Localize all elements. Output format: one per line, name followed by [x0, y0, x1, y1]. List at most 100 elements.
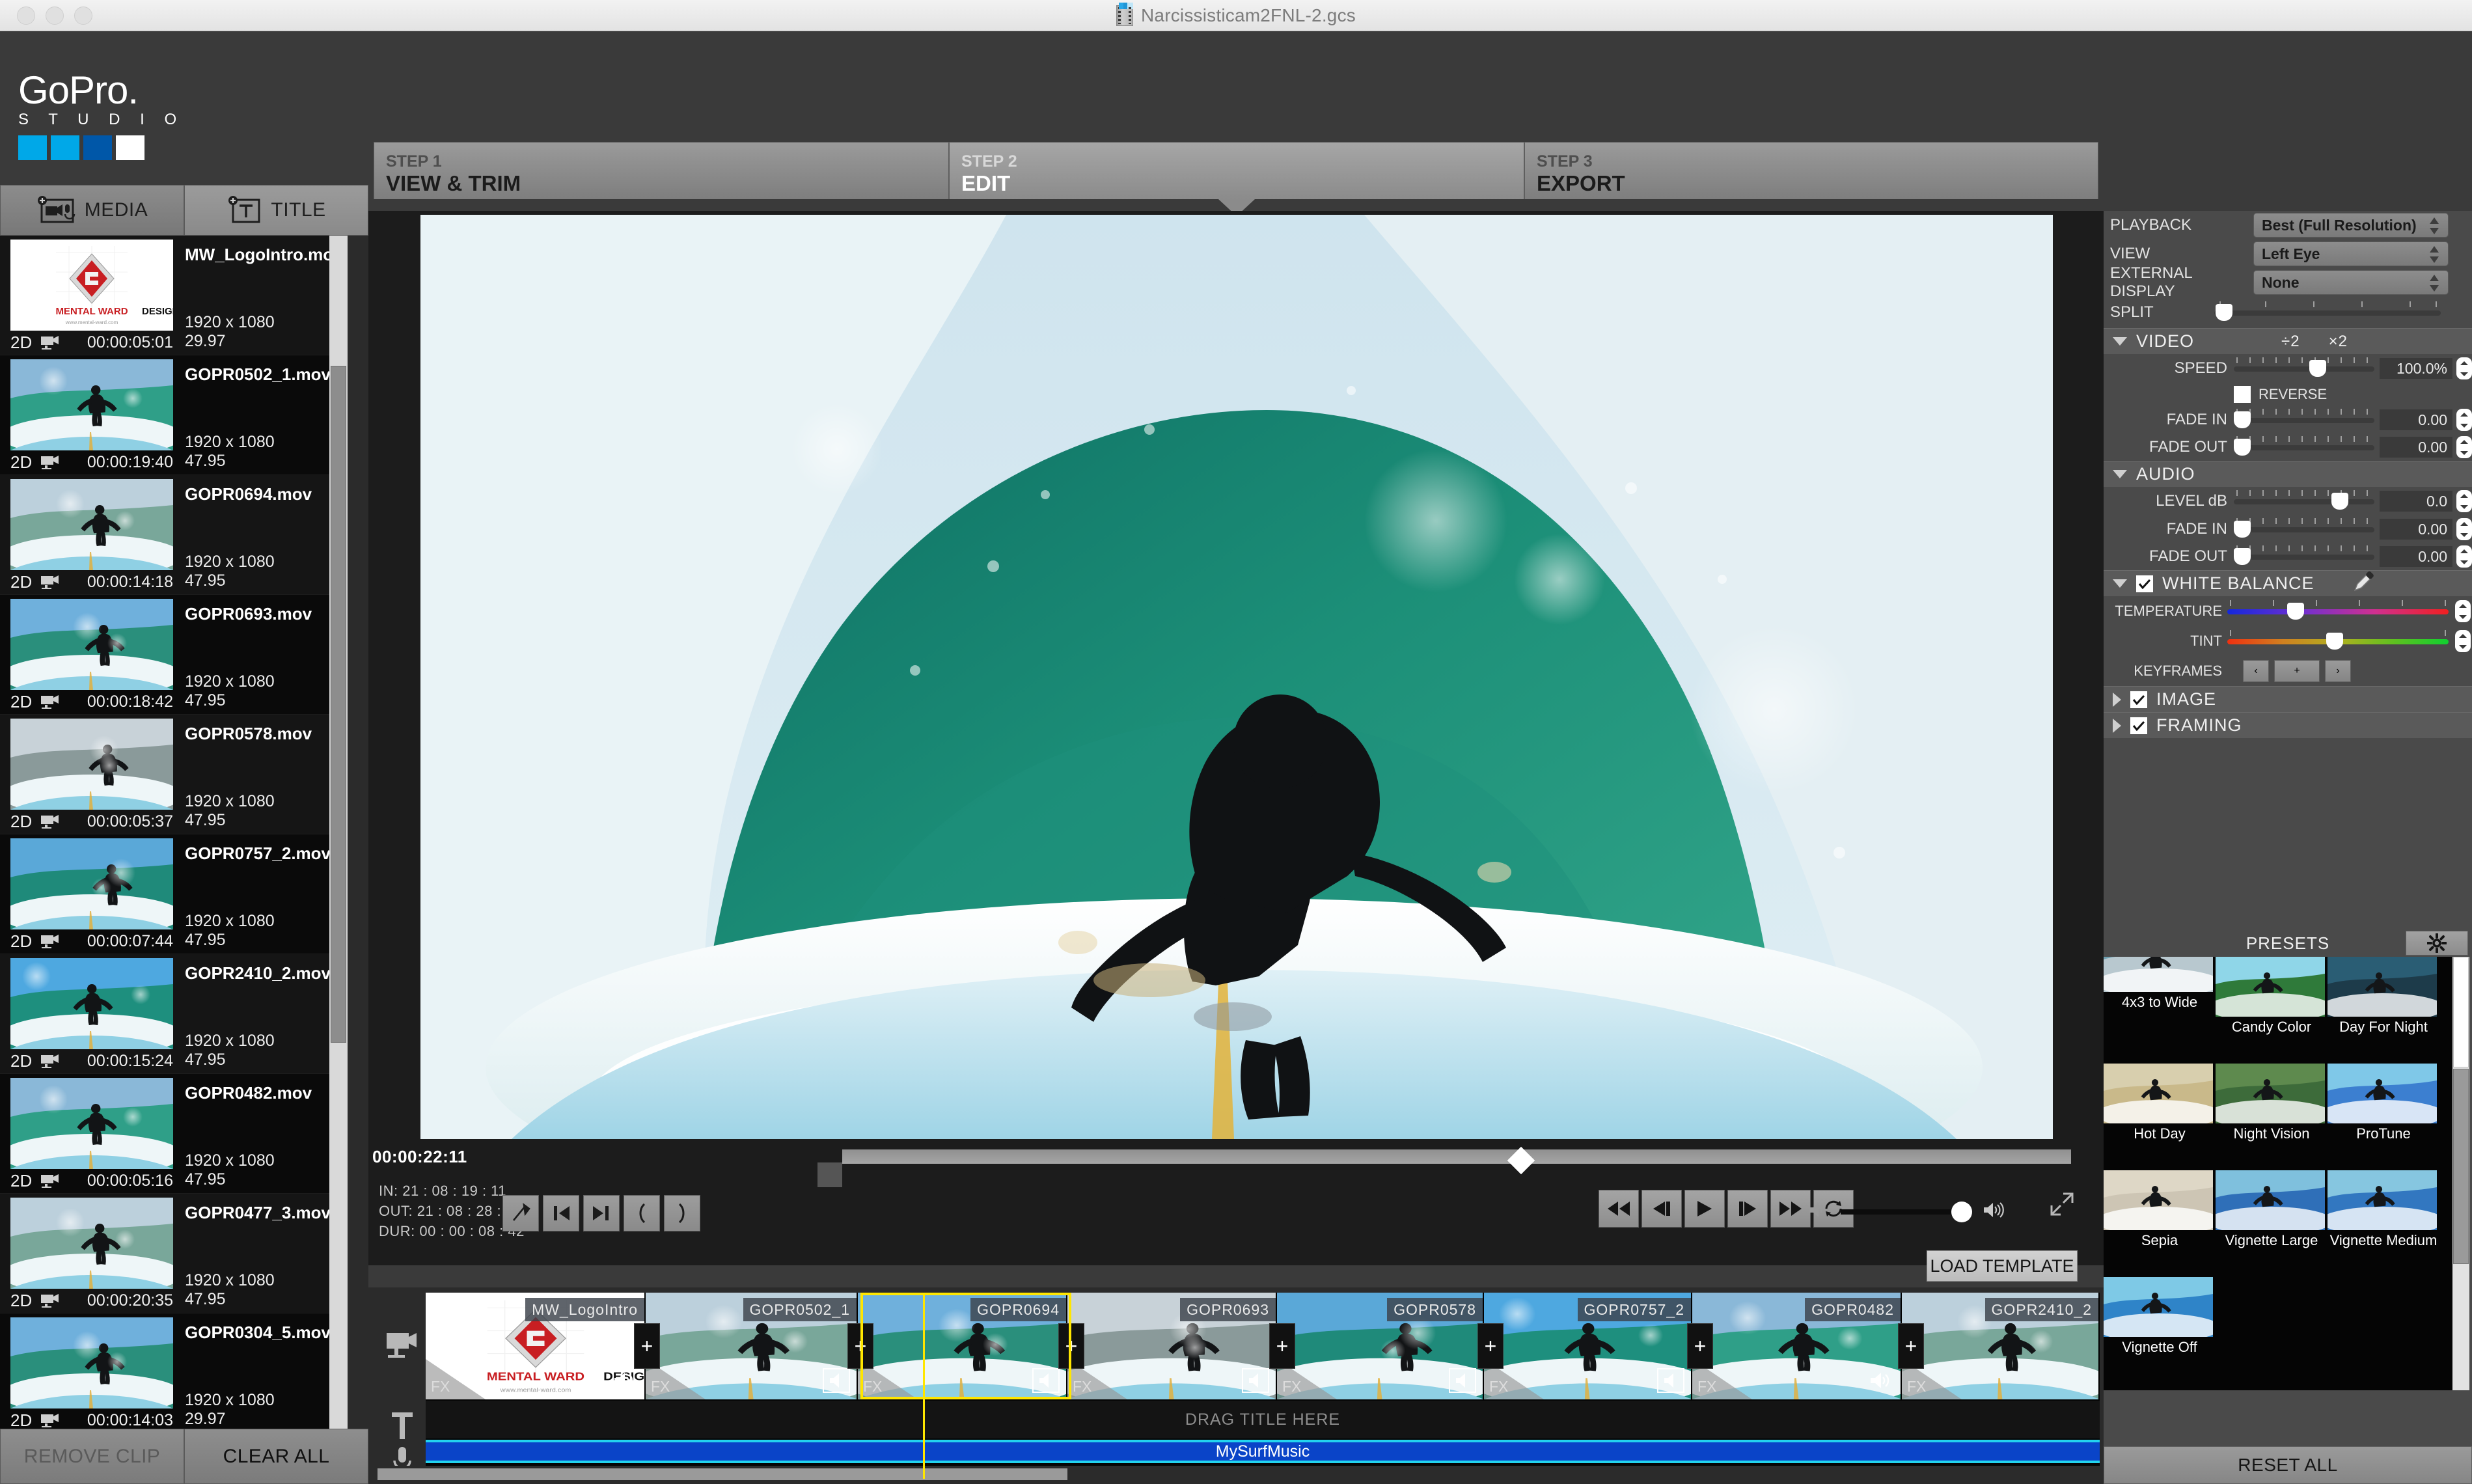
mark-out-icon[interactable] [583, 1195, 620, 1231]
audio-level-value[interactable]: 0.0 [2380, 491, 2452, 512]
timeline-clip[interactable]: GOPR0693 FX [1067, 1293, 1277, 1399]
image-checkbox[interactable] [2130, 691, 2147, 708]
video-double-button[interactable]: ×2 [2329, 333, 2348, 351]
eyedropper-icon[interactable] [2352, 571, 2376, 596]
temperature-knob[interactable] [2287, 603, 2304, 620]
volume-slider[interactable] [1841, 1201, 1972, 1222]
step-back-icon[interactable] [1641, 1190, 1682, 1228]
media-list-item[interactable]: 2D 00:00:14:18 GOPR0694.mov 1920 x 1080 47.9… [0, 475, 348, 595]
video-fade-in-knob[interactable] [2234, 411, 2251, 428]
timeline-scroll-thumb[interactable] [378, 1468, 1067, 1480]
timeline-clip[interactable]: GOPR2410_2 FX [1902, 1293, 2100, 1399]
split-slider[interactable] [2214, 301, 2441, 323]
audio-fade-in-stepper[interactable] [2456, 518, 2472, 540]
add-transition-button[interactable]: + [1898, 1323, 1924, 1369]
audio-fade-out-value[interactable]: 0.00 [2380, 546, 2452, 567]
presets-scrollbar-thumb[interactable] [2453, 1069, 2469, 1264]
media-list-item[interactable]: 2D 00:00:18:42 GOPR0693.mov 1920 x 1080 47.9… [0, 595, 348, 715]
split-clip-icon[interactable] [502, 1195, 539, 1231]
tint-stepper[interactable] [2455, 630, 2471, 652]
audio-fade-out-slider[interactable] [2234, 545, 2374, 568]
audio-fade-in-value[interactable]: 0.00 [2380, 519, 2452, 540]
preset-item[interactable]: Day For Night [2328, 957, 2439, 1064]
add-transition-button[interactable]: + [847, 1323, 873, 1369]
clear-all-button[interactable]: CLEAR ALL [184, 1429, 368, 1484]
play-icon[interactable] [1684, 1190, 1725, 1228]
audio-fade-in-knob[interactable] [2234, 521, 2251, 538]
add-transition-button[interactable]: + [1687, 1323, 1713, 1369]
presets-scrollbar[interactable] [2452, 957, 2469, 1390]
media-list-item[interactable]: 2D 00:00:20:35 GOPR0477_3.mov 1920 x 1080 47… [0, 1194, 348, 1313]
audio-section-header[interactable]: AUDIO [2104, 461, 2472, 487]
timeline-video-track[interactable]: MENTAL WARDDESIGNwww.mental-ward.comMW_L… [426, 1293, 2100, 1399]
speed-stepper[interactable] [2456, 357, 2472, 379]
media-clip-list[interactable]: MENTAL WARD DESIGN www.mental-ward.com 2D 00… [0, 236, 348, 1429]
preset-item[interactable]: Vignette Medium [2328, 1170, 2439, 1277]
timeline-clip[interactable]: GOPR0578 FX [1277, 1293, 1484, 1399]
chevron-down-icon[interactable] [2113, 337, 2127, 346]
chevron-down-icon[interactable] [2113, 579, 2127, 588]
preset-item[interactable]: Hot Day [2104, 1064, 2216, 1170]
preset-item[interactable]: ProTune [2328, 1064, 2439, 1170]
timeline-horizontal-scrollbar[interactable] [368, 1466, 2104, 1483]
media-list-item[interactable]: 2D 00:00:15:24 GOPR2410_2.mov 1920 x 1080 47… [0, 954, 348, 1074]
media-list-item[interactable]: 2D 00:00:14:03 GOPR0304_5.mov 1920 x 1080 29… [0, 1313, 348, 1429]
preset-item[interactable]: 4x3 to Wide [2104, 957, 2216, 1064]
preset-item[interactable]: Vignette Large [2216, 1170, 2328, 1277]
rewind-icon[interactable] [1599, 1190, 1639, 1228]
mark-in-icon[interactable] [543, 1195, 579, 1231]
step-forward-icon[interactable] [1727, 1190, 1768, 1228]
timeline-audio-clip[interactable]: MySurfMusic [426, 1440, 2100, 1463]
tab-title[interactable]: TITLE [184, 185, 368, 236]
goto-out-icon[interactable] [664, 1195, 700, 1231]
presets-grid[interactable]: 4x3 to Wide Candy Color Day For Night Hot D… [2104, 957, 2452, 1384]
external-display-select[interactable]: None [2253, 270, 2449, 295]
video-fade-out-slider[interactable] [2234, 436, 2374, 458]
white-balance-checkbox[interactable] [2136, 575, 2153, 592]
keyframe-add-button[interactable]: + [2274, 660, 2320, 682]
audio-fade-in-slider[interactable] [2234, 518, 2374, 540]
scrubber-playhead[interactable] [1507, 1146, 1535, 1175]
video-fade-in-stepper[interactable] [2456, 409, 2472, 431]
tab-step1-view-trim[interactable]: STEP 1 VIEW & TRIM [374, 142, 949, 199]
speed-value[interactable]: 100.0% [2380, 358, 2452, 379]
add-transition-button[interactable]: + [1058, 1323, 1084, 1369]
preset-item[interactable]: Candy Color [2216, 957, 2328, 1064]
reverse-checkbox[interactable] [2234, 386, 2251, 403]
speaker-mute-icon[interactable] [1449, 1368, 1476, 1393]
tab-step3-export[interactable]: STEP 3 EXPORT [1524, 142, 2098, 199]
media-list-item[interactable]: MENTAL WARD DESIGN www.mental-ward.com 2D 00… [0, 236, 348, 355]
add-transition-button[interactable]: + [634, 1323, 660, 1369]
audio-level-stepper[interactable] [2456, 490, 2472, 512]
keyframe-next-button[interactable]: › [2325, 660, 2351, 682]
load-template-button[interactable]: LOAD TEMPLATE [1927, 1250, 2078, 1282]
video-fade-in-value[interactable]: 0.00 [2380, 409, 2452, 430]
media-scrollbar-thumb[interactable] [331, 366, 346, 1043]
image-section-header[interactable]: IMAGE [2104, 686, 2472, 712]
speaker-mute-icon[interactable] [1242, 1368, 1269, 1393]
presets-grid-container[interactable]: 4x3 to Wide Candy Color Day For Night Hot D… [2104, 957, 2452, 1390]
playback-select[interactable]: Best (Full Resolution) [2253, 213, 2449, 238]
preset-item[interactable]: Vignette Off [2104, 1277, 2216, 1384]
audio-level-knob[interactable] [2331, 493, 2348, 510]
fullscreen-icon[interactable] [2049, 1191, 2075, 1217]
chevron-down-icon[interactable] [2113, 470, 2127, 478]
timeline-clip[interactable]: MENTAL WARDDESIGNwww.mental-ward.comMW_L… [426, 1293, 646, 1399]
media-list-item[interactable]: 2D 00:00:19:40 GOPR0502_1.mov 1920 x 1080 47… [0, 355, 348, 475]
timeline-title-track[interactable]: DRAG TITLE HERE [426, 1401, 2100, 1438]
video-section-header[interactable]: VIDEO ÷2 ×2 [2104, 328, 2472, 354]
tab-media[interactable]: MEDIA [0, 185, 184, 236]
volume-slider-knob[interactable] [1951, 1201, 1972, 1222]
speaker-on-icon[interactable] [611, 1368, 638, 1393]
timeline-clip[interactable]: GOPR0482 FX [1692, 1293, 1902, 1399]
split-slider-knob[interactable] [2216, 304, 2232, 321]
audio-fade-out-stepper[interactable] [2456, 545, 2472, 568]
goto-in-icon[interactable] [624, 1195, 660, 1231]
speaker-mute-icon[interactable] [823, 1368, 850, 1393]
add-transition-button[interactable]: + [1477, 1323, 1504, 1369]
speed-slider-knob[interactable] [2309, 360, 2326, 377]
reset-all-button[interactable]: RESET ALL [2104, 1446, 2472, 1484]
preset-item[interactable]: Night Vision [2216, 1064, 2328, 1170]
remove-clip-button[interactable]: REMOVE CLIP [0, 1429, 184, 1484]
media-list-item[interactable]: 2D 00:00:05:37 GOPR0578.mov 1920 x 1080 47.9… [0, 715, 348, 834]
